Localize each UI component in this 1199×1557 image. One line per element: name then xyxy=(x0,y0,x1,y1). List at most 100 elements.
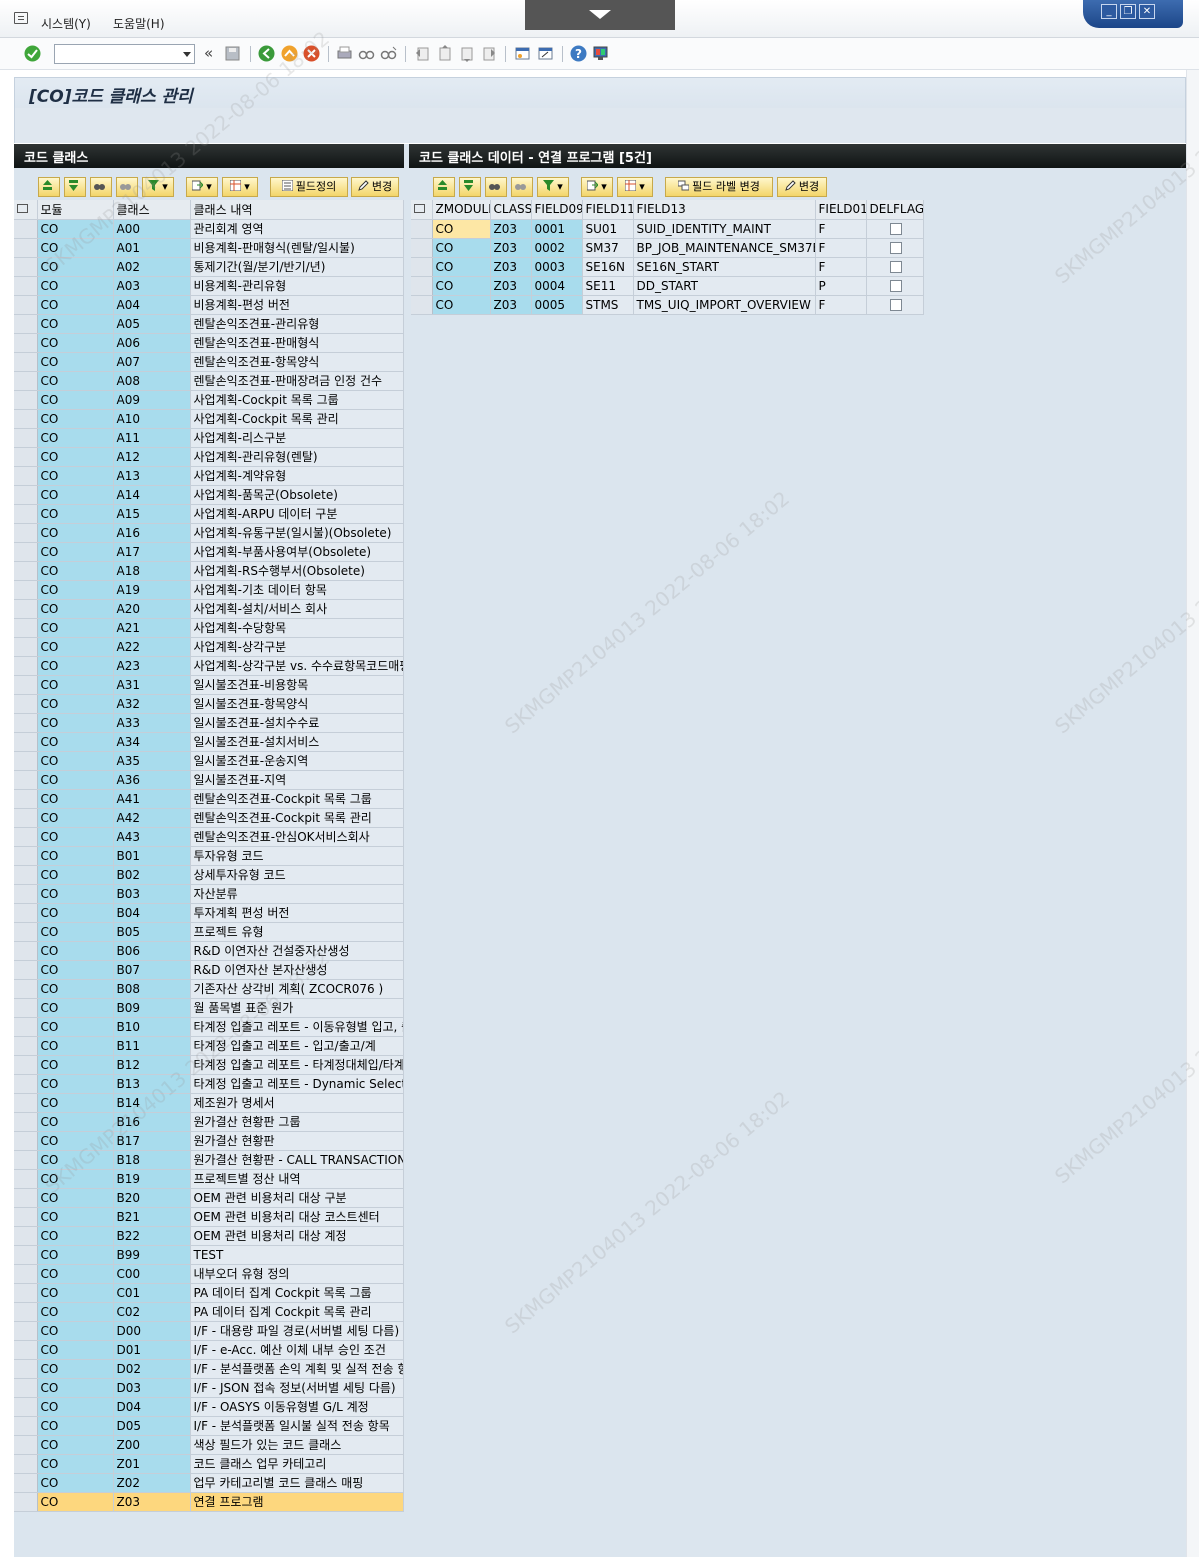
class-desc-cell[interactable]: 원가결산 현황판 그룹 xyxy=(190,1112,404,1132)
table-row[interactable]: CO A10 사업계획-Cockpit 목록 관리 xyxy=(14,409,404,429)
field11-cell[interactable]: SE11 xyxy=(582,276,634,296)
class-cell[interactable]: D05 xyxy=(113,1416,191,1436)
class-desc-cell[interactable]: 원가결산 현황판 - CALL TRANSACTION xyxy=(190,1150,404,1170)
class-cell[interactable]: Z03 xyxy=(490,238,532,258)
row-selector[interactable] xyxy=(14,219,38,239)
class-cell[interactable]: A13 xyxy=(113,466,191,486)
module-cell[interactable]: CO xyxy=(37,1169,114,1189)
row-selector[interactable] xyxy=(14,979,38,999)
class-desc-cell[interactable]: 타계정 입출고 레포트 - 타계정대체입/타계정 xyxy=(190,1055,404,1075)
class-cell[interactable]: B13 xyxy=(113,1074,191,1094)
module-cell[interactable]: CO xyxy=(37,276,114,296)
row-selector[interactable] xyxy=(14,1169,38,1189)
class-cell[interactable]: B17 xyxy=(113,1131,191,1151)
class-desc-cell[interactable]: 제조원가 명세서 xyxy=(190,1093,404,1113)
module-cell[interactable]: CO xyxy=(37,1017,114,1037)
class-desc-cell[interactable]: 월 품목별 표준 원가 xyxy=(190,998,404,1018)
row-selector[interactable] xyxy=(14,1150,38,1170)
row-selector[interactable] xyxy=(14,314,38,334)
class-cell[interactable]: Z01 xyxy=(113,1454,191,1474)
class-desc-cell[interactable]: 코드 클래스 업무 카테고리 xyxy=(190,1454,404,1474)
class-desc-cell[interactable]: 사업계획-리스구분 xyxy=(190,428,404,448)
class-cell[interactable]: B05 xyxy=(113,922,191,942)
table-row[interactable]: CO A09 사업계획-Cockpit 목록 그룹 xyxy=(14,390,404,410)
row-selector[interactable] xyxy=(14,1416,38,1436)
class-cell[interactable]: B10 xyxy=(113,1017,191,1037)
module-cell[interactable]: CO xyxy=(37,1473,114,1493)
class-cell[interactable]: A04 xyxy=(113,295,191,315)
table-row[interactable]: CO B17 원가결산 현황판 xyxy=(14,1131,404,1151)
row-selector[interactable] xyxy=(411,238,433,258)
field01-cell[interactable]: P xyxy=(815,276,867,296)
class-cell[interactable]: A35 xyxy=(113,751,191,771)
class-cell[interactable]: D00 xyxy=(113,1321,191,1341)
table-row[interactable]: CO A14 사업계획-품목군(Obsolete) xyxy=(14,485,404,505)
module-cell[interactable]: CO xyxy=(37,390,114,410)
filter-button[interactable]: ▾ xyxy=(142,177,174,197)
first-page-icon[interactable] xyxy=(414,45,431,62)
class-cell[interactable]: A16 xyxy=(113,523,191,543)
row-selector[interactable] xyxy=(14,884,38,904)
class-desc-cell[interactable]: I/F - e-Acc. 예산 이체 내부 승인 조건 xyxy=(190,1340,404,1360)
field09-cell[interactable]: 0004 xyxy=(531,276,583,296)
module-cell[interactable]: CO xyxy=(37,371,114,391)
class-desc-cell[interactable]: 사업계획-관리유형(렌탈) xyxy=(190,447,404,467)
class-cell[interactable]: B08 xyxy=(113,979,191,999)
menu-help[interactable]: 도움말(H) xyxy=(113,15,165,32)
sort-descending-button[interactable] xyxy=(64,177,86,197)
table-row[interactable]: CO B08 기존자산 상각비 계획( ZCOCR076 ) xyxy=(14,979,404,999)
module-cell[interactable]: CO xyxy=(37,238,114,258)
row-selector[interactable] xyxy=(14,580,38,600)
class-cell[interactable]: A08 xyxy=(113,371,191,391)
table-row[interactable]: CO A33 일시불조견표-설치수수료 xyxy=(14,713,404,733)
table-row[interactable]: CO A05 렌탈손익조견표-관리유형 xyxy=(14,314,404,334)
row-selector[interactable] xyxy=(14,865,38,885)
row-selector[interactable] xyxy=(14,846,38,866)
field09-cell[interactable]: 0003 xyxy=(531,257,583,277)
table-row[interactable]: CO B22 OEM 관련 비용처리 대상 계정 xyxy=(14,1226,404,1246)
layout-button[interactable]: ▾ xyxy=(617,177,653,197)
module-cell[interactable]: CO xyxy=(37,732,114,752)
column-header[interactable]: CLASS xyxy=(490,200,532,220)
row-selector[interactable] xyxy=(14,1017,38,1037)
table-row[interactable]: CO A00 관리회계 영역 xyxy=(14,219,404,239)
table-row[interactable]: CO A32 일시불조견표-항목양식 xyxy=(14,694,404,714)
help-icon[interactable]: ? xyxy=(570,45,587,62)
class-cell[interactable]: A36 xyxy=(113,770,191,790)
zmodule-cell[interactable]: CO xyxy=(432,257,491,277)
toolbar-collapse-tab[interactable] xyxy=(525,0,675,30)
class-desc-cell[interactable]: 내부오더 유형 정의 xyxy=(190,1264,404,1284)
previous-page-icon[interactable] xyxy=(436,45,453,62)
table-row[interactable]: CO A42 렌탈손익조견표-Cockpit 목록 관리 xyxy=(14,808,404,828)
class-desc-cell[interactable]: TEST xyxy=(190,1245,404,1265)
module-cell[interactable]: CO xyxy=(37,1226,114,1246)
table-row[interactable]: CO A08 렌탈손익조견표-판매장려금 인정 건수 xyxy=(14,371,404,391)
row-selector[interactable] xyxy=(14,561,38,581)
row-selector[interactable] xyxy=(14,637,38,657)
table-row[interactable]: CO B07 R&D 이연자산 본자산생성 xyxy=(14,960,404,980)
class-desc-cell[interactable]: 통제기간(월/분기/반기/년) xyxy=(190,257,404,277)
table-row[interactable]: CO B18 원가결산 현황판 - CALL TRANSACTION xyxy=(14,1150,404,1170)
class-desc-cell[interactable]: 비용계획-관리유형 xyxy=(190,276,404,296)
table-row[interactable]: CO Z03 연결 프로그램 xyxy=(14,1492,404,1512)
module-cell[interactable]: CO xyxy=(37,789,114,809)
row-selector[interactable] xyxy=(14,960,38,980)
class-desc-cell[interactable]: I/F - 대용량 파일 경로(서버별 세팅 다름) xyxy=(190,1321,404,1341)
class-cell[interactable]: C00 xyxy=(113,1264,191,1284)
row-selector[interactable] xyxy=(411,295,433,315)
row-selector[interactable] xyxy=(14,1074,38,1094)
row-selector[interactable] xyxy=(14,1226,38,1246)
table-row[interactable]: CO B06 R&D 이연자산 건설중자산생성 xyxy=(14,941,404,961)
class-desc-cell[interactable]: 렌탈손익조견표-항목양식 xyxy=(190,352,404,372)
module-cell[interactable]: CO xyxy=(37,428,114,448)
table-row[interactable]: CO A12 사업계획-관리유형(렌탈) xyxy=(14,447,404,467)
class-cell[interactable]: B09 xyxy=(113,998,191,1018)
table-row[interactable]: CO Z03 0005 STMS TMS_UIQ_IMPORT_OVERVIEW F xyxy=(411,295,924,315)
class-cell[interactable]: A12 xyxy=(113,447,191,467)
find-icon[interactable] xyxy=(358,45,375,62)
class-desc-cell[interactable]: R&D 이연자산 건설중자산생성 xyxy=(190,941,404,961)
table-row[interactable]: CO A16 사업계획-유통구분(일시불)(Obsolete) xyxy=(14,523,404,543)
zmodule-cell[interactable]: CO xyxy=(432,238,491,258)
row-selector[interactable] xyxy=(14,770,38,790)
table-row[interactable]: CO B13 타계정 입출고 레포트 - Dynamic Select xyxy=(14,1074,404,1094)
